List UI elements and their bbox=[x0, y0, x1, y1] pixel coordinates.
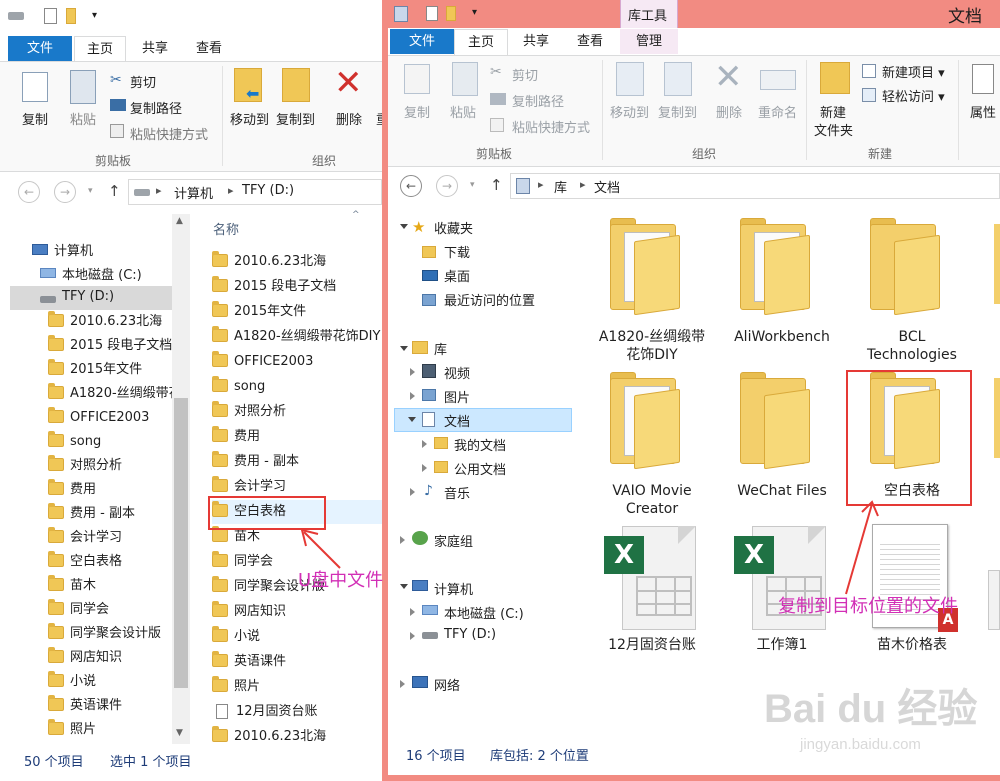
right-annotation-arrow bbox=[845, 500, 879, 595]
left-annotation-label: U盘中文件 bbox=[298, 570, 384, 591]
left-annotation-arrow bbox=[300, 528, 341, 569]
baidu-watermark-logo: Bai du 经验 bbox=[764, 687, 978, 731]
annotation-arrows bbox=[300, 500, 879, 595]
baidu-watermark-url: jingyan.baidu.com bbox=[800, 736, 921, 753]
right-annotation-label: 复制到目标位置的文件 bbox=[778, 596, 958, 617]
